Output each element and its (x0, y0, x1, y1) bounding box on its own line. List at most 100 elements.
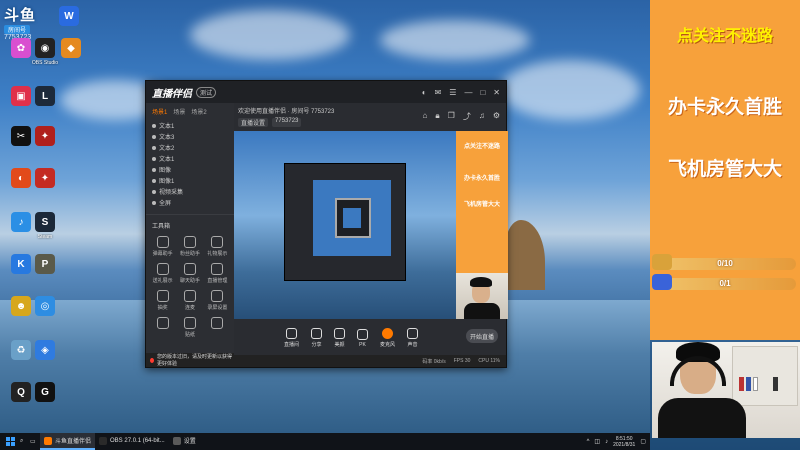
taskbar-app-label: 斗鱼直播伴侣 (55, 439, 92, 445)
tool-icon (156, 263, 169, 275)
source-item[interactable]: 全屏 (146, 197, 234, 208)
maximize-icon[interactable]: □ (480, 88, 485, 97)
clock-time: 8:51:50 (615, 435, 633, 442)
source-item[interactable]: 文本1 (146, 153, 234, 164)
visibility-icon[interactable] (152, 145, 156, 150)
toolbar-label: PK (359, 341, 366, 348)
mail-icon[interactable]: ✉ (435, 88, 442, 97)
notification-icon[interactable]: ▢ (640, 438, 646, 445)
tool-item[interactable]: 直播管理 (205, 263, 230, 284)
desktop-shortcut[interactable]: L (28, 86, 62, 106)
desktop-shortcut[interactable]: G (28, 382, 62, 402)
goal-progress-label: 0/1 (719, 279, 731, 288)
overlay-line1: 点关注不迷路 (676, 28, 773, 45)
visibility-icon[interactable] (152, 189, 156, 194)
close-icon[interactable]: ✕ (493, 88, 500, 97)
taskbar-app[interactable]: 斗鱼直播伴侣 (40, 433, 96, 450)
desktop-shortcut[interactable]: ✦ (28, 126, 62, 146)
bell-icon[interactable]: ♫ (479, 111, 485, 122)
start-button[interactable] (0, 433, 20, 450)
cloud (380, 20, 530, 60)
desktop-shortcut[interactable]: ◈ (28, 340, 62, 360)
tool-item[interactable]: 贴纸 (177, 317, 202, 338)
skin-icon[interactable]: ◐ (422, 88, 427, 97)
status-item: CPU 11% (478, 358, 500, 364)
store-icon[interactable]: ⌂ (423, 111, 428, 122)
clock[interactable]: 8:51:50 2021/8/31 (613, 436, 635, 448)
header-chip[interactable]: 直播设置 (238, 118, 269, 127)
network-icon[interactable]: ◫ (594, 438, 600, 445)
tray-chevron-icon[interactable]: ^ (587, 439, 590, 445)
scene-tab[interactable]: 场景 (173, 107, 185, 116)
source-item[interactable]: 文本1 (146, 120, 234, 131)
tool-item[interactable] (205, 317, 230, 338)
desktop-shortcut[interactable]: ◆ (54, 38, 88, 58)
tool-item[interactable] (150, 317, 175, 338)
source-item[interactable]: 图像1 (146, 175, 234, 186)
update-notice[interactable]: 您的版本过旧，请及时更新以获得更好体验 (146, 353, 234, 367)
tool-item[interactable]: 弹幕助手 (150, 236, 175, 257)
share-icon[interactable]: ⤴ (463, 111, 471, 122)
visibility-icon[interactable] (152, 134, 156, 139)
tool-icon (183, 263, 196, 275)
tool-item[interactable]: 送礼展示 (150, 263, 175, 284)
bookshelf (732, 346, 798, 406)
search-icon[interactable]: ⌕ (20, 438, 30, 445)
visibility-icon[interactable] (152, 156, 156, 161)
menu-icon[interactable]: ☰ (449, 88, 456, 97)
tool-label: 送礼展示 (152, 278, 173, 284)
tool-item[interactable]: 连麦 (177, 290, 202, 311)
toolbar-item[interactable]: 麦克风 (380, 328, 395, 348)
tool-icon (156, 236, 169, 248)
toolbar-icon (286, 328, 297, 339)
window-titlebar[interactable]: 直播伴侣 测试 ◐ ✉ ☰ — □ ✕ (146, 81, 506, 103)
tool-icon (183, 236, 196, 248)
goal-progress-bar: 0/10 (652, 254, 796, 270)
tool-item[interactable]: 聊天助手 (177, 263, 202, 284)
taskbar-app[interactable]: 设置 (169, 433, 200, 450)
tool-item[interactable]: 粉丝助手 (177, 236, 202, 257)
status-line: 码率 0kb/s FPS 30 CPU 11% (234, 355, 506, 367)
visibility-icon[interactable] (152, 200, 156, 205)
toolbar-item[interactable]: 分享 (311, 328, 323, 348)
desktop-shortcut-label: Steam (37, 234, 53, 240)
desktop-shortcut[interactable]: ◎ (28, 296, 62, 316)
desktop-shortcut[interactable]: P (28, 254, 62, 274)
stream-app-window[interactable]: 直播伴侣 测试 ◐ ✉ ☰ — □ ✕ 场景1 场景 场景2 文本1 文本3 文本2 文本… (145, 80, 508, 368)
toolbar-item[interactable]: 声音 (407, 328, 419, 348)
overlay-line3: 飞机房管大大 (667, 159, 782, 180)
desktop-shortcut[interactable]: S Steam (28, 212, 62, 240)
status-item: FPS 30 (453, 358, 471, 364)
tool-item[interactable]: 礼物展示 (205, 236, 230, 257)
toolbar-icon (357, 328, 369, 340)
visibility-icon[interactable] (152, 123, 156, 128)
visibility-icon[interactable] (152, 167, 156, 172)
toolbar-item[interactable]: 美颜 (334, 328, 346, 348)
scene-sidebar: 场景1 场景 场景2 文本1 文本3 文本2 文本1 图像 图像1 视频采集 全屏 工具箱 弹幕助… (146, 103, 234, 367)
task-view-icon[interactable]: ▭ (30, 438, 40, 445)
source-item[interactable]: 文本2 (146, 142, 234, 153)
scene-tab[interactable]: 场景1 (152, 107, 167, 116)
settings-icon[interactable]: ⚙ (493, 111, 500, 122)
desktop-shortcut[interactable]: W (52, 6, 86, 26)
minimize-icon[interactable]: — (464, 88, 472, 97)
game-icon-blue: ◎ (35, 296, 55, 316)
toolbar-item[interactable]: 直播间 (284, 328, 299, 348)
scene-tab[interactable]: 场景2 (191, 107, 206, 116)
volume-icon[interactable]: ♪ (605, 439, 608, 445)
source-item[interactable]: 视频采集 (146, 186, 234, 197)
tool-item[interactable]: 录屏设置 (205, 290, 230, 311)
desktop-shortcut[interactable]: ✦ (28, 168, 62, 188)
taskbar-app[interactable]: OBS 27.0.1 (64-bit... (95, 433, 169, 450)
visibility-icon[interactable] (152, 178, 156, 183)
toolbar-item[interactable]: PK (357, 328, 369, 348)
source-item[interactable]: 图像 (146, 164, 234, 175)
copy-icon[interactable]: ❐ (448, 111, 455, 122)
tool-item[interactable]: 抽奖 (150, 290, 175, 311)
tools-title: 工具箱 (146, 214, 234, 236)
tool-label: 直播管理 (207, 278, 228, 284)
lock-icon[interactable]: 🔒︎ (435, 111, 439, 122)
source-item[interactable]: 文本3 (146, 131, 234, 142)
main-panel: 欢迎使用直播伴侣 · 房间号 7753723 直播设置 7753723 ⌂ 🔒︎… (234, 103, 508, 367)
start-stream-button[interactable]: 开始直播 (466, 329, 498, 343)
